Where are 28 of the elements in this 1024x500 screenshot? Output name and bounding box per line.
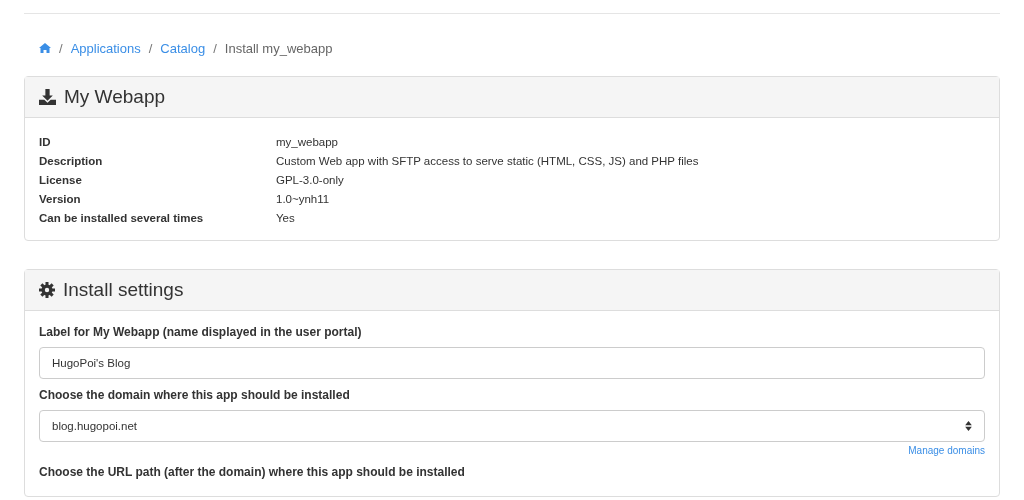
field-label: Choose the URL path (after the domain) where this app should be installed	[39, 465, 466, 479]
breadcrumb-separator: /	[148, 40, 153, 56]
info-label: License	[39, 173, 83, 188]
breadcrumb-separator: /	[213, 40, 217, 56]
home-icon[interactable]	[39, 43, 51, 53]
manage-domains-link[interactable]: Manage domains	[908, 445, 985, 456]
card-title: My Webapp	[64, 86, 166, 108]
breadcrumb-current: Install my_webapp	[224, 40, 333, 56]
field-label: Choose the domain where this app should be installed	[39, 388, 351, 402]
breadcrumb-link[interactable]: Catalog	[160, 40, 206, 56]
info-value: GPL-3.0-only	[276, 173, 344, 188]
info-label: ID	[39, 135, 52, 150]
card-title: Install settings	[63, 279, 184, 301]
info-value: Yes	[276, 211, 295, 226]
sort-caret-icon	[965, 421, 972, 431]
info-value: 1.0~ynh11	[276, 192, 330, 207]
download-icon	[39, 89, 56, 105]
info-value: Custom Web app with SFTP access to serve static (HTML, CSS, JS) and PHP files	[276, 154, 699, 169]
info-value: my_webapp	[276, 135, 338, 150]
label-input[interactable]: HugoPoi's Blog	[39, 347, 985, 379]
info-label: Version	[39, 192, 82, 207]
breadcrumb-link[interactable]: Applications	[70, 40, 141, 56]
field-label: Label for My Webapp (name displayed in the user portal)	[39, 325, 363, 339]
info-label: Description	[39, 154, 104, 169]
info-label: Can be installed several times	[39, 211, 205, 226]
domain-select[interactable]: blog.hugopoi.net	[39, 410, 985, 442]
gear-icon	[39, 282, 55, 298]
breadcrumb-separator: /	[59, 40, 63, 56]
